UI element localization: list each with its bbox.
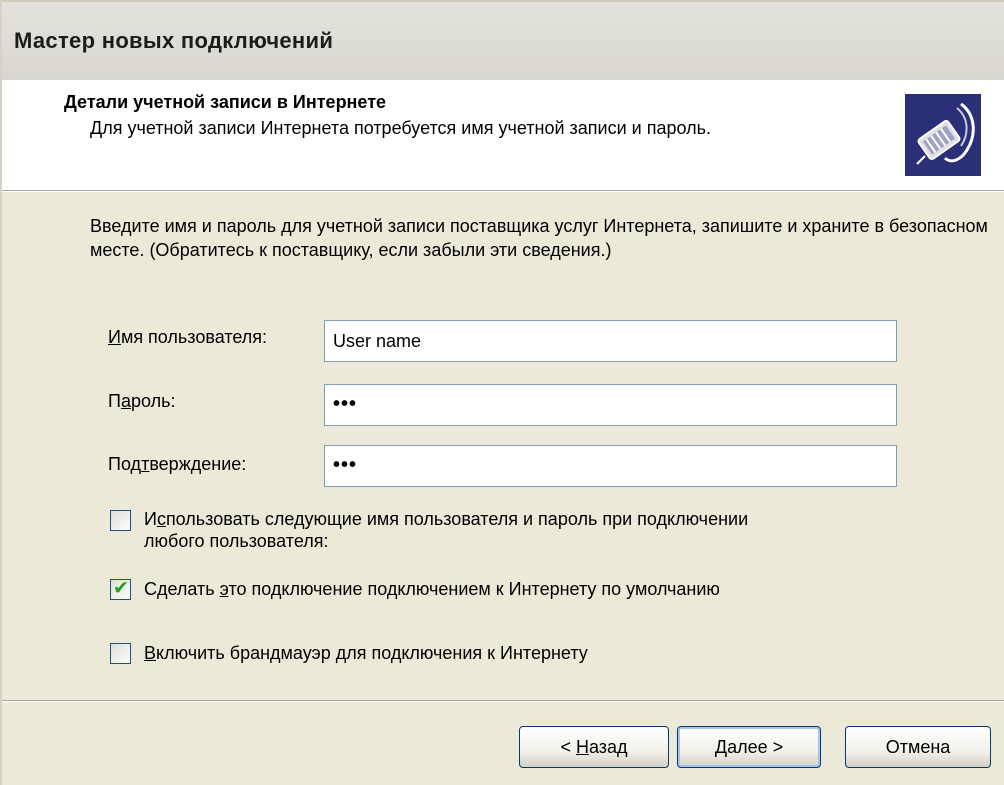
confirm-label-pre: Под xyxy=(108,454,142,474)
default-connection-label-post: то подключение подключением к Интернету … xyxy=(228,579,720,599)
confirm-label-post: верждение: xyxy=(149,454,247,474)
back-button-post: азад xyxy=(588,737,628,757)
checkmark-icon: ✔ xyxy=(113,578,129,599)
confirm-password-field[interactable] xyxy=(324,445,897,487)
window-title: Мастер новых подключений xyxy=(14,28,334,53)
default-connection-label-pre: Сделать xyxy=(144,579,220,599)
cancel-button[interactable]: Отмена xyxy=(845,726,991,768)
use-for-all-users-checkbox[interactable] xyxy=(110,510,131,531)
use-for-all-label-pre: И xyxy=(144,509,157,529)
password-label-pre: П xyxy=(108,391,121,411)
use-for-all-label-line2: любого пользователя: xyxy=(144,531,329,551)
instructions-text: Введите имя и пароль для учетной записи … xyxy=(90,216,988,260)
default-connection-checkbox[interactable]: ✔ xyxy=(110,578,131,600)
back-button-pre: < xyxy=(560,737,576,757)
password-label-post: роль: xyxy=(130,391,176,411)
header-divider-highlight xyxy=(2,191,1004,192)
username-label-post: мя пользователя: xyxy=(120,327,268,347)
firewall-checkbox[interactable] xyxy=(110,643,131,664)
password-label-accesskey: а xyxy=(120,391,131,411)
username-label-accesskey: И xyxy=(108,327,121,347)
password-field[interactable] xyxy=(324,384,897,426)
username-field[interactable] xyxy=(324,320,897,362)
back-button[interactable]: < Назад xyxy=(519,726,669,768)
back-button-accesskey: Н xyxy=(575,737,589,757)
firewall-label-accesskey: В xyxy=(144,643,157,663)
password-label: Пароль: xyxy=(108,391,175,412)
network-cable-icon xyxy=(905,94,981,176)
username-label: Имя пользователя: xyxy=(108,327,267,348)
default-connection-label[interactable]: Сделать это подключение подключением к И… xyxy=(144,578,720,600)
next-button-accesskey: Д xyxy=(714,737,728,757)
next-button[interactable]: Далее > xyxy=(677,726,821,768)
confirm-label: Подтверждение: xyxy=(108,454,246,475)
header-title: Детали учетной записи в Интернете xyxy=(64,92,387,112)
footer-divider-highlight xyxy=(2,701,1004,702)
use-for-all-users-label[interactable]: Использовать следующие имя пользователя … xyxy=(144,508,748,552)
firewall-label[interactable]: Включить брандмауэр для подключения к Ин… xyxy=(144,642,588,664)
wizard-window: Мастер новых подключений Детали учетной … xyxy=(0,0,1004,785)
header-subtitle: Для учетной записи Интернета потребуется… xyxy=(90,118,711,138)
next-button-post: алее > xyxy=(727,737,784,757)
use-for-all-label-accesskey: с xyxy=(156,509,166,529)
firewall-label-post: ключить брандмауэр для подключения к Инт… xyxy=(156,643,588,663)
title-bar[interactable]: Мастер новых подключений xyxy=(2,0,1004,82)
use-for-all-label-post: пользовать следующие имя пользователя и … xyxy=(165,509,749,529)
